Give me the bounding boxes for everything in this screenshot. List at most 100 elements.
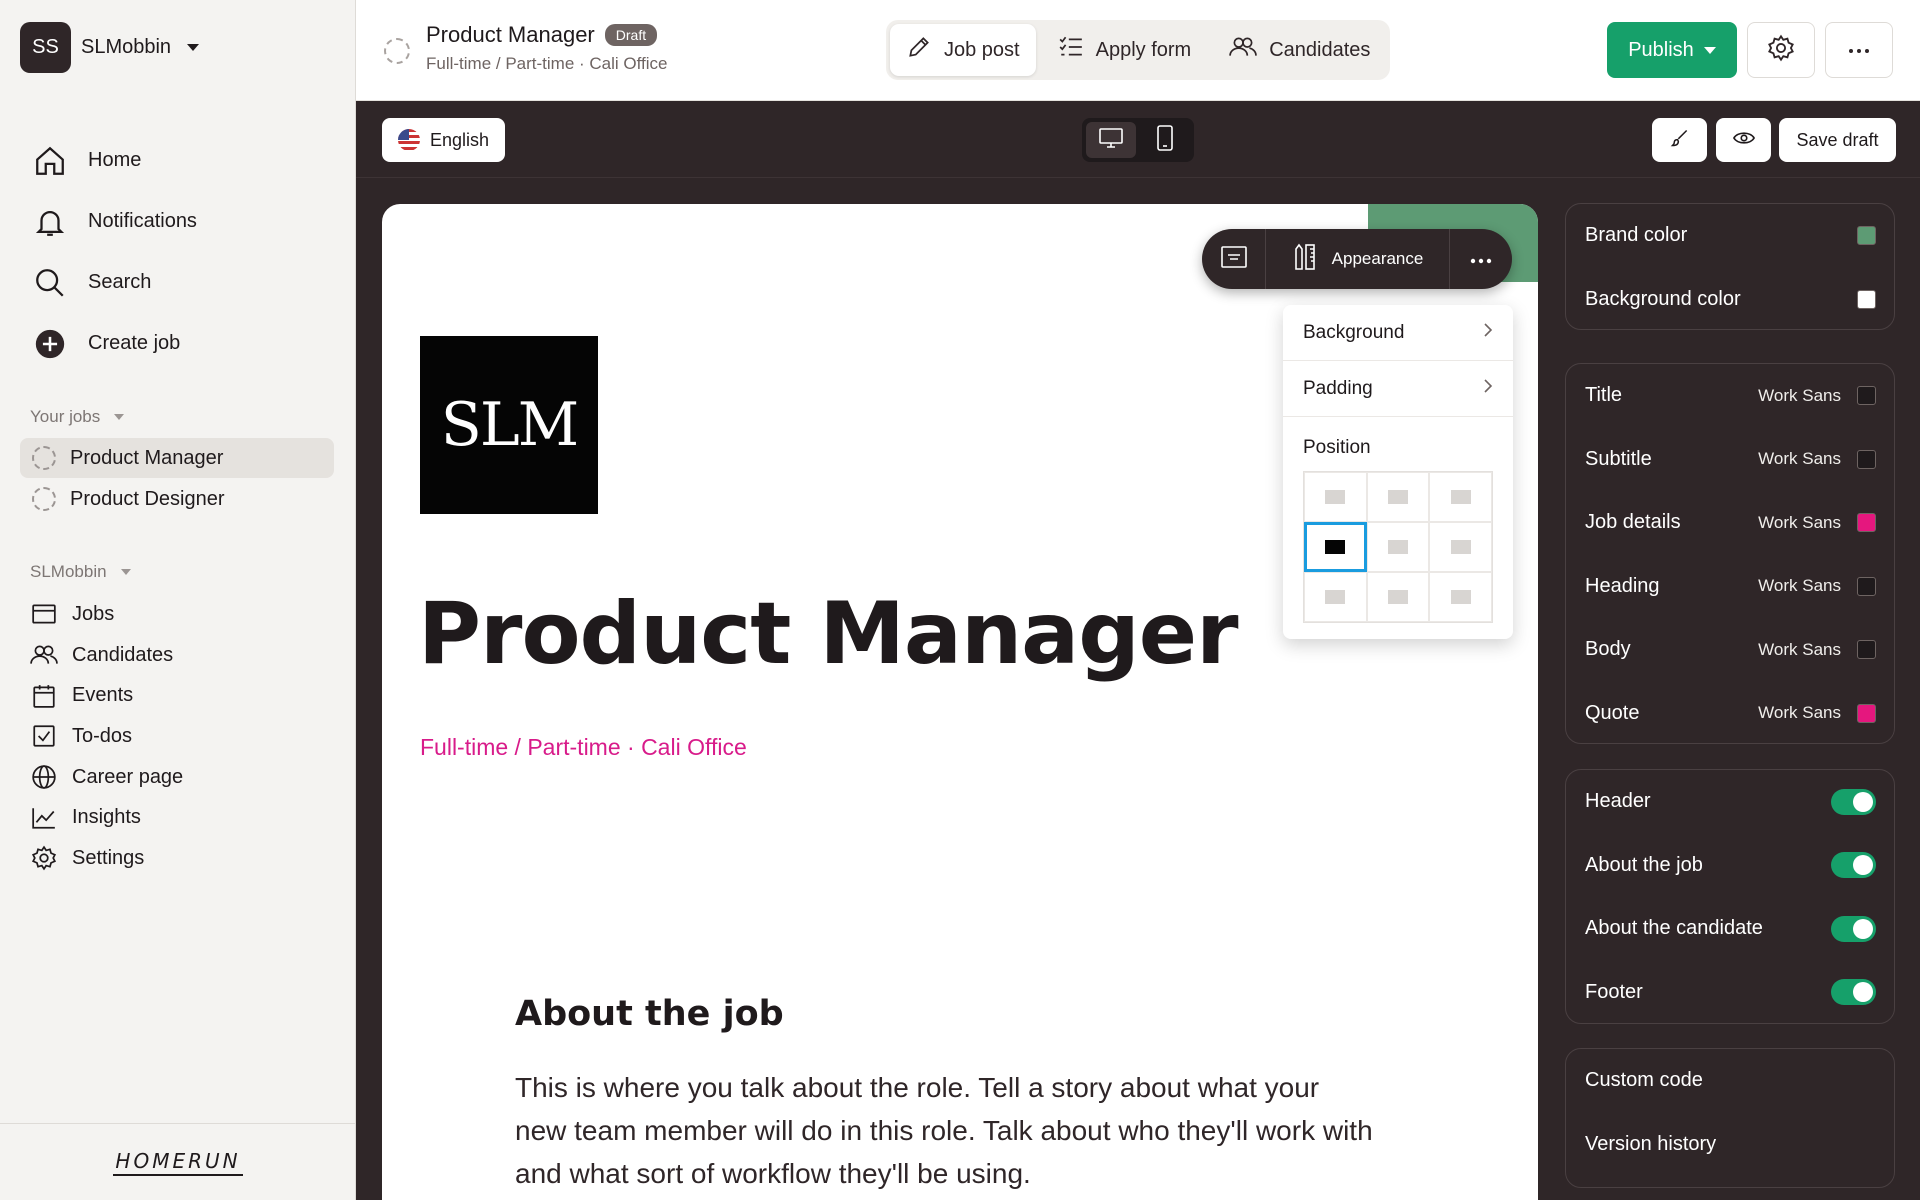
custom-code-row[interactable]: Custom code: [1566, 1049, 1894, 1113]
job-item-product-manager[interactable]: Product Manager: [20, 438, 334, 478]
position-middle-right[interactable]: [1429, 522, 1492, 572]
appearance-button[interactable]: Appearance: [1266, 229, 1450, 289]
nav-item-candidates[interactable]: Candidates: [30, 635, 183, 676]
position-bottom-right[interactable]: [1429, 572, 1492, 622]
draft-status-icon: [32, 446, 56, 470]
color-swatch[interactable]: [1857, 703, 1876, 723]
nav-item-career-page[interactable]: Career page: [30, 757, 183, 798]
brand-color-row[interactable]: Brand color: [1566, 204, 1894, 268]
save-draft-label: Save draft: [1796, 129, 1879, 150]
typography-row-quote[interactable]: Quote Work Sans: [1566, 682, 1894, 746]
position-top-left[interactable]: [1304, 472, 1367, 522]
row-label: Quote: [1585, 701, 1640, 724]
mobile-view-button[interactable]: [1140, 122, 1190, 158]
about-heading[interactable]: About the job: [515, 994, 784, 1034]
company-logo[interactable]: SLM: [420, 336, 598, 514]
job-item-product-designer[interactable]: Product Designer: [20, 479, 334, 519]
typography-row-subtitle[interactable]: Subtitle Work Sans: [1566, 428, 1894, 492]
publish-button[interactable]: Publish: [1607, 22, 1737, 78]
background-menu-item[interactable]: Background: [1283, 305, 1513, 361]
background-color-swatch[interactable]: [1857, 289, 1876, 309]
row-label: Title: [1585, 384, 1623, 407]
your-jobs-toggle[interactable]: Your jobs: [30, 407, 125, 427]
users-icon: [1229, 34, 1257, 66]
calendar-icon: [30, 682, 58, 710]
header-toggle[interactable]: [1831, 788, 1876, 815]
position-middle-center[interactable]: [1366, 522, 1430, 572]
padding-menu-item[interactable]: Padding: [1283, 361, 1513, 417]
nav-item-home[interactable]: Home: [32, 130, 197, 191]
position-top-right[interactable]: [1429, 472, 1492, 522]
language-selector[interactable]: English: [382, 118, 506, 162]
section-row-footer: Footer: [1566, 961, 1894, 1025]
about-text[interactable]: This is where you talk about the role. T…: [515, 1066, 1375, 1195]
color-swatch[interactable]: [1857, 386, 1876, 406]
tab-job-post[interactable]: Job post: [890, 24, 1036, 76]
color-swatch[interactable]: [1857, 449, 1876, 469]
color-swatch[interactable]: [1857, 576, 1876, 596]
layout-icon: [1220, 245, 1248, 274]
nav-item-events[interactable]: Events: [30, 675, 183, 716]
row-label: Header: [1585, 790, 1651, 813]
org-section-toggle[interactable]: SLMobbin: [30, 562, 131, 582]
version-history-row[interactable]: Version history: [1566, 1113, 1894, 1177]
job-details[interactable]: Full-time / Part-time · Cali Office: [420, 734, 747, 761]
job-meta: Full-time / Part-time · Cali Office: [426, 54, 668, 73]
typography-row-title[interactable]: Title Work Sans: [1566, 364, 1894, 428]
background-color-row[interactable]: Background color: [1566, 268, 1894, 332]
settings-button[interactable]: [1747, 22, 1815, 78]
save-draft-button[interactable]: Save draft: [1779, 118, 1896, 162]
tab-candidates[interactable]: Candidates: [1213, 24, 1386, 76]
tab-apply-form[interactable]: Apply form: [1042, 24, 1208, 76]
draft-status-icon: [32, 487, 56, 511]
typography-row-job-details[interactable]: Job details Work Sans: [1566, 491, 1894, 555]
typography-row-body[interactable]: Body Work Sans: [1566, 618, 1894, 682]
workspace-switcher[interactable]: SS SLMobbin: [20, 22, 200, 73]
nav-item-insights[interactable]: Insights: [30, 797, 183, 838]
section-row-about-the-job: About the job: [1566, 834, 1894, 898]
menu-item-label: Background: [1303, 321, 1405, 343]
homerun-logo: HOMERUN: [113, 1149, 243, 1176]
gear-icon: [1767, 34, 1795, 67]
publish-label: Publish: [1628, 38, 1694, 61]
job-heading[interactable]: Product Manager: [418, 584, 1239, 684]
checkbox-icon: [30, 722, 58, 750]
chevron-down-icon: [1703, 46, 1716, 54]
color-swatch[interactable]: [1857, 640, 1876, 660]
font-name: Work Sans: [1758, 576, 1841, 596]
nav-item-search[interactable]: Search: [32, 252, 197, 313]
layout-button[interactable]: [1202, 229, 1266, 289]
position-middle-left[interactable]: [1304, 522, 1367, 572]
brush-button[interactable]: [1652, 118, 1707, 162]
more-button[interactable]: [1825, 22, 1893, 78]
about-the-job-toggle[interactable]: [1831, 852, 1876, 879]
nav-item-settings[interactable]: Settings: [30, 838, 183, 879]
typography-row-heading[interactable]: Heading Work Sans: [1566, 555, 1894, 619]
footer-toggle[interactable]: [1831, 979, 1876, 1006]
sections-card: Header About the job About the candidate…: [1565, 769, 1895, 1024]
nav-item-jobs[interactable]: Jobs: [30, 594, 183, 635]
nav-item-label: Insights: [72, 806, 141, 829]
tab-label: Job post: [944, 38, 1020, 61]
font-name: Work Sans: [1758, 639, 1841, 659]
brand-color-swatch[interactable]: [1857, 226, 1876, 246]
chevron-right-icon: [1483, 378, 1493, 400]
about-the-candidate-toggle[interactable]: [1831, 915, 1876, 942]
nav-item-label: Events: [72, 684, 134, 707]
job-item-label: Product Designer: [70, 487, 225, 510]
desktop-view-button[interactable]: [1086, 122, 1136, 158]
position-bottom-left[interactable]: [1304, 572, 1367, 622]
block-more-button[interactable]: [1450, 229, 1512, 289]
nav-item-todos[interactable]: To-dos: [30, 716, 183, 757]
appearance-label: Appearance: [1331, 249, 1424, 268]
color-swatch[interactable]: [1857, 513, 1876, 533]
row-label: About the job: [1585, 853, 1703, 876]
nav-item-create-job[interactable]: Create job: [32, 313, 197, 374]
position-top-center[interactable]: [1366, 472, 1430, 522]
preview-button[interactable]: [1716, 118, 1771, 162]
nav-item-notifications[interactable]: Notifications: [32, 191, 197, 252]
page-title: Product Manager: [426, 22, 595, 47]
position-bottom-center[interactable]: [1366, 572, 1430, 622]
chevron-right-icon: [1483, 322, 1493, 344]
chevron-down-icon: [120, 569, 131, 575]
